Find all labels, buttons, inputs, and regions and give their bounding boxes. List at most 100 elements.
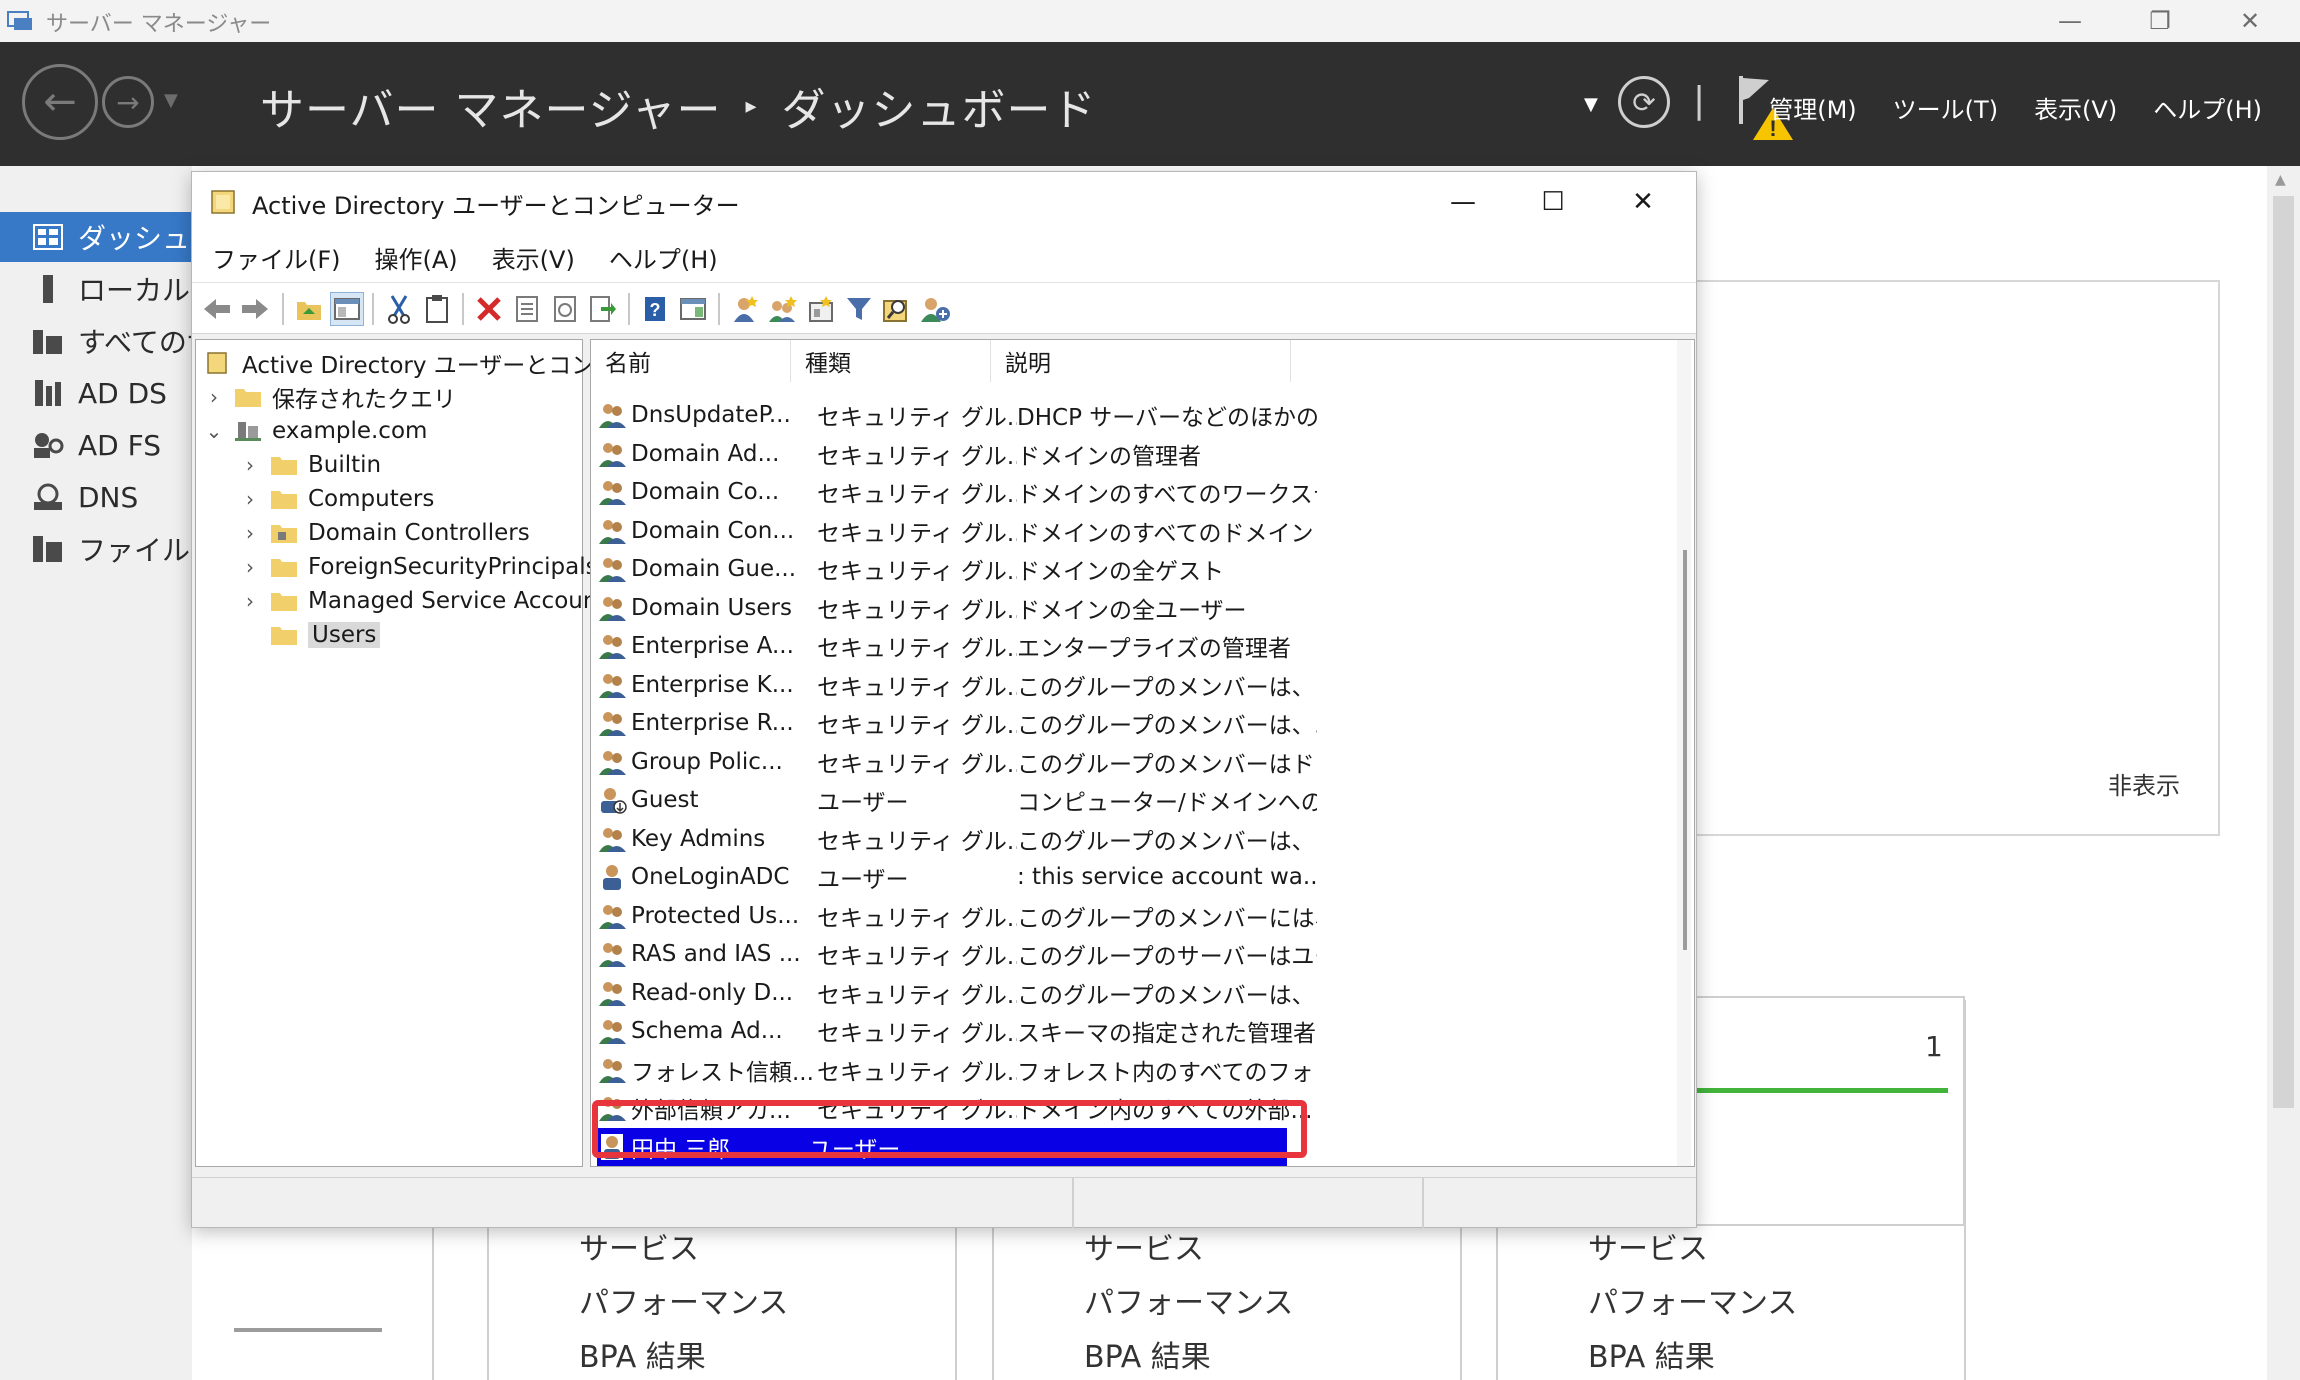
list-row[interactable]: Enterprise R... セキュリティ グル... このグループのメンバーは、…: [597, 704, 1317, 742]
server-manager-scrollbar[interactable]: ▲: [2267, 166, 2300, 1380]
tree-item-saved-queries[interactable]: › 保存されたクエリ: [202, 380, 456, 414]
restore-button[interactable]: ❐: [2115, 0, 2205, 42]
menu-view[interactable]: 表示(V): [2034, 90, 2117, 125]
show-action-pane-button[interactable]: [676, 292, 710, 326]
dropdown-icon[interactable]: ▼: [1584, 94, 1598, 115]
new-group-button[interactable]: [766, 292, 800, 326]
refresh-button[interactable]: [548, 292, 582, 326]
scrollbar-thumb[interactable]: [2273, 196, 2294, 1108]
show-console-tree-button[interactable]: [330, 292, 364, 326]
find-button[interactable]: [880, 292, 914, 326]
refresh-button[interactable]: ⟳: [1618, 76, 1670, 128]
sidebar-item-file-services[interactable]: ファイル サービス: [0, 524, 192, 574]
chevron-right-icon[interactable]: ›: [238, 589, 262, 613]
new-ou-button[interactable]: [804, 292, 838, 326]
chevron-down-icon[interactable]: ⌄: [202, 419, 226, 443]
close-button[interactable]: ✕: [2205, 0, 2295, 42]
list-row[interactable]: Domain Gue... セキュリティ グル... ドメインの全ゲスト: [597, 550, 1317, 588]
sidebar-item-dashboard[interactable]: ダッシュボード: [0, 212, 192, 262]
paste-button[interactable]: [420, 292, 454, 326]
list-row[interactable]: RAS and IAS ... セキュリティ グル... このグループのサーバーはユ…: [597, 935, 1317, 973]
list-row[interactable]: Domain Con... セキュリティ グル...ドメインのすべてのドメイン コ…: [597, 512, 1317, 550]
export-list-button[interactable]: [586, 292, 620, 326]
add-to-group-button[interactable]: [918, 292, 952, 326]
tree-item-users[interactable]: Users: [270, 618, 381, 652]
list-row[interactable]: Read-only D... セキュリティ グル...このグループのメンバーは、ド…: [597, 974, 1317, 1012]
tile-row-services[interactable]: サービス: [1084, 1224, 1204, 1268]
list-row[interactable]: Guest ユーザー コンピューター/ドメインへのゲ...: [597, 781, 1317, 819]
up-folder-button[interactable]: [292, 292, 326, 326]
chevron-right-icon[interactable]: ›: [238, 453, 262, 477]
tile-row-bpa[interactable]: BPA 結果: [1588, 1332, 1715, 1376]
file-services-icon: [30, 533, 66, 565]
chevron-right-icon[interactable]: ›: [202, 385, 226, 409]
chevron-right-icon[interactable]: ›: [238, 487, 262, 511]
chevron-right-icon[interactable]: ›: [238, 555, 262, 579]
aduc-close-button[interactable]: ✕: [1598, 172, 1688, 232]
list-row[interactable]: フォレスト信頼...セキュリティ グル...フォレスト内のすべてのフォレ...: [597, 1051, 1317, 1089]
cell-description: DHCP サーバーなどのほかの...: [1017, 405, 1317, 431]
delete-button[interactable]: [472, 292, 506, 326]
tile-row-performance[interactable]: パフォーマンス: [1084, 1278, 1293, 1322]
list-row[interactable]: Key Admins セキュリティ グル...このグループのメンバーは、ド...: [597, 820, 1317, 858]
menu-view[interactable]: 表示(V): [492, 240, 575, 275]
tree-horizontal-scrollbar[interactable]: [234, 1328, 382, 1332]
list-row[interactable]: Domain Users セキュリティ グル... ドメインの全ユーザー: [597, 589, 1317, 627]
filter-button[interactable]: [842, 292, 876, 326]
list-row[interactable]: OneLoginADC ユーザー: this service account wa…: [597, 858, 1317, 896]
tree-item-domain[interactable]: ⌄ example.com: [202, 414, 428, 448]
back-button[interactable]: ←: [22, 64, 98, 140]
cell-type: セキュリティ グル...: [817, 982, 1017, 1009]
scroll-up-icon[interactable]: ▲: [2275, 172, 2286, 188]
chevron-right-icon[interactable]: ›: [238, 521, 262, 545]
back-button[interactable]: [200, 292, 234, 326]
tile-row-services[interactable]: サービス: [1588, 1224, 1708, 1268]
tree-item-managed-service-accounts[interactable]: › Managed Service Accounts: [238, 584, 618, 618]
column-header-name[interactable]: 名前: [591, 340, 791, 382]
menu-tools[interactable]: ツール(T): [1893, 90, 1998, 125]
tile-row-bpa[interactable]: BPA 結果: [579, 1332, 706, 1376]
list-row[interactable]: Enterprise A... セキュリティ グル... エンタープライズの管理者: [597, 627, 1317, 665]
aduc-minimize-button[interactable]: —: [1418, 172, 1508, 232]
list-scrollbar-thumb[interactable]: [1683, 550, 1687, 950]
list-row[interactable]: Schema Ad... セキュリティ グル... スキーマの指定された管理者: [597, 1012, 1317, 1050]
tree-item-builtin[interactable]: › Builtin: [238, 448, 381, 482]
tree-item-computers[interactable]: › Computers: [238, 482, 434, 516]
tree-item-domain-controllers[interactable]: › Domain Controllers: [238, 516, 530, 550]
tree-item-foreign-security-principals[interactable]: › ForeignSecurityPrincipals: [238, 550, 598, 584]
help-button[interactable]: ?: [638, 292, 672, 326]
list-row[interactable]: DnsUpdateP... セキュリティ グル... DHCP サーバーなどのほかの…: [597, 396, 1317, 434]
hide-link[interactable]: 非表示: [2108, 766, 2180, 801]
tile-row-performance[interactable]: パフォーマンス: [1588, 1278, 1797, 1322]
forward-button[interactable]: [238, 292, 272, 326]
tile-row-performance[interactable]: パフォーマンス: [579, 1278, 788, 1322]
list-row[interactable]: Group Polic... セキュリティ グル...このグループのメンバーはドメ…: [597, 743, 1317, 781]
menu-file[interactable]: ファイル(F): [212, 240, 341, 275]
menu-help[interactable]: ヘルプ(H): [609, 240, 718, 275]
menu-manage[interactable]: 管理(M): [1769, 90, 1856, 125]
column-header-type[interactable]: 種類: [791, 340, 991, 382]
list-row[interactable]: Domain Ad... セキュリティ グル... ドメインの管理者: [597, 435, 1317, 473]
properties-button[interactable]: [510, 292, 544, 326]
cut-button[interactable]: [382, 292, 416, 326]
tile-row-bpa[interactable]: BPA 結果: [1084, 1332, 1211, 1376]
list-row[interactable]: Domain Co... セキュリティ グル...ドメインのすべてのワークステ..…: [597, 473, 1317, 511]
menu-help[interactable]: ヘルプ(H): [2153, 90, 2262, 125]
sidebar-item-ad-fs[interactable]: AD FS: [0, 420, 192, 470]
list-row[interactable]: Protected Us... セキュリティ グル... このグループのメンバーには…: [597, 897, 1317, 935]
tile-row-services[interactable]: サービス: [579, 1224, 699, 1268]
sidebar-item-dns[interactable]: DNS: [0, 472, 192, 522]
cell-name: Domain Con...: [631, 517, 795, 544]
column-header-description[interactable]: 説明: [991, 340, 1291, 382]
server-manager-menubar: 管理(M) ツール(T) 表示(V) ヘルプ(H): [1769, 90, 2262, 125]
new-user-button[interactable]: [728, 292, 762, 326]
minimize-button[interactable]: —: [2025, 0, 2115, 42]
sidebar-item-ad-ds[interactable]: AD DS: [0, 368, 192, 418]
sidebar-item-local-server[interactable]: ローカル サーバー: [0, 264, 192, 314]
forward-button[interactable]: →: [102, 76, 154, 128]
sidebar-item-all-servers[interactable]: すべてのサーバー: [0, 316, 192, 366]
aduc-maximize-button[interactable]: ☐: [1508, 172, 1598, 232]
history-dropdown-icon[interactable]: ▼: [164, 90, 178, 111]
list-row[interactable]: Enterprise K... セキュリティ グル... このグループのメンバーは、…: [597, 666, 1317, 704]
menu-action[interactable]: 操作(A): [375, 240, 458, 275]
